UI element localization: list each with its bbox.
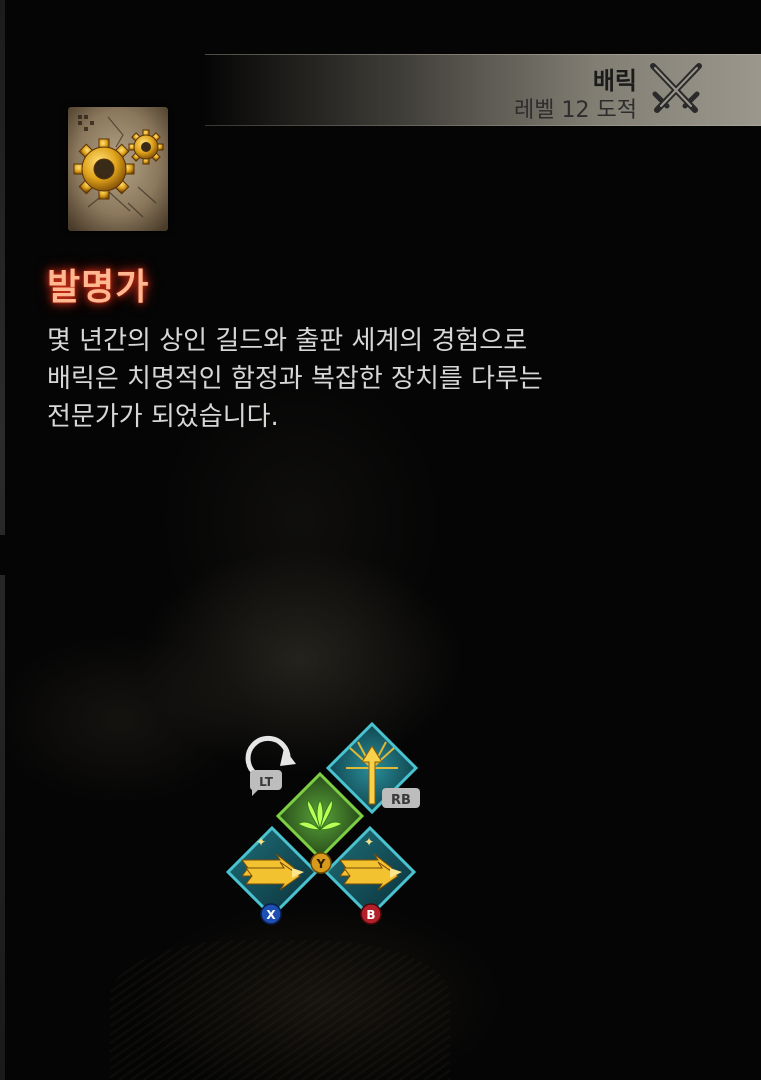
gears-scroll-icon: [68, 107, 168, 231]
y-button-label: Y: [316, 857, 326, 871]
rb-button-label: RB: [391, 793, 411, 808]
lt-button-label: LT: [259, 775, 274, 789]
talent-description-line: 몇 년간의 상인 길드와 출판 세계의 경험으로: [47, 326, 528, 356]
x-button: X: [260, 903, 282, 925]
x-button-label: X: [266, 908, 276, 922]
b-button-label: B: [366, 908, 375, 922]
svg-text:✦: ✦: [364, 835, 374, 849]
character-name: 배릭: [592, 67, 637, 95]
skill-wheel: LT RB ✦ ✦ Y X B: [220, 718, 430, 928]
talent-description-line: 전문가가 되었습니다.: [47, 402, 279, 432]
svg-text:✦: ✦: [256, 835, 266, 849]
swap-weapon-icon[interactable]: LT: [245, 735, 296, 796]
character-level-class: 레벨 12 도적: [514, 98, 637, 123]
talent-description: 몇 년간의 상인 길드와 출판 세계의 경험으로 배릭은 치명적인 함정과 복잡…: [47, 322, 667, 436]
background-texture: [110, 940, 450, 1080]
y-button: Y: [310, 852, 332, 874]
crossed-daggers-icon: [650, 63, 702, 113]
talent-title: 발명가: [47, 267, 150, 308]
b-button: B: [360, 903, 382, 925]
rb-button-badge: RB: [382, 788, 420, 808]
left-edge-notch: [0, 535, 7, 575]
skill-lightning-arrow-right-icon[interactable]: ✦: [323, 825, 417, 919]
talent-description-line: 배릭은 치명적인 함정과 복잡한 장치를 다루는: [47, 364, 543, 394]
